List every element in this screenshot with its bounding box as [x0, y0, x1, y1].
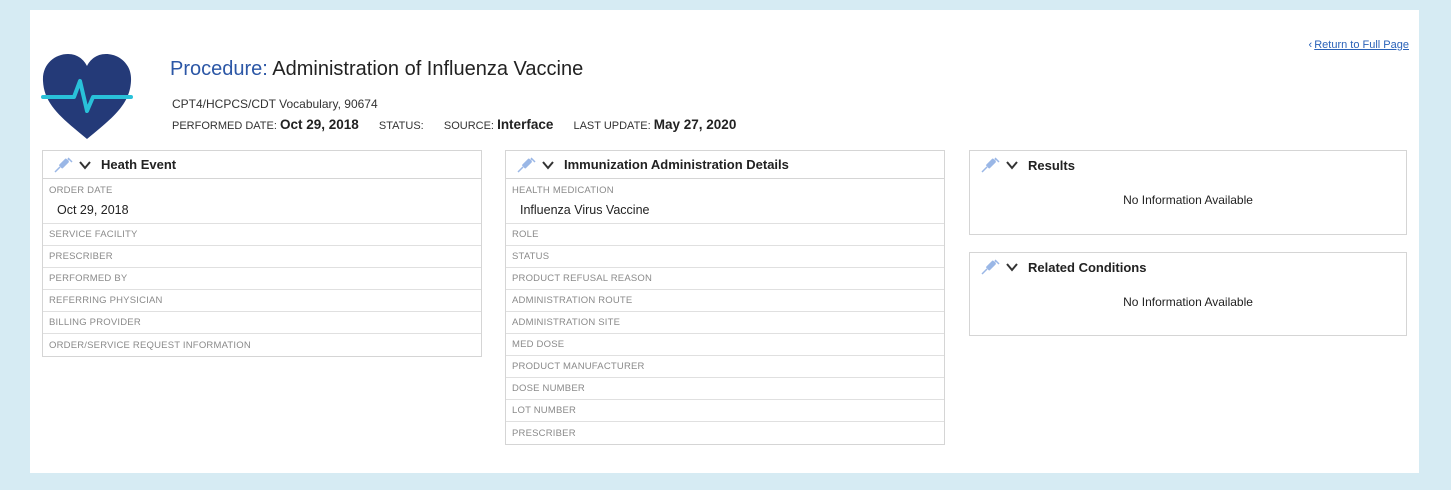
field-billing-provider: BILLING PROVIDER	[43, 312, 481, 334]
panel-title: Immunization Administration Details	[564, 157, 789, 172]
field-order-date: ORDER DATE Oct 29, 2018	[43, 179, 481, 224]
return-to-full-page-link[interactable]: ‹ Return to Full Page	[1309, 39, 1409, 51]
chevron-down-icon[interactable]	[79, 160, 91, 170]
field-health-medication: HEALTH MEDICATION Influenza Virus Vaccin…	[506, 179, 944, 224]
health-medication-value: Influenza Virus Vaccine	[520, 203, 650, 217]
related-conditions-header[interactable]: * Related Conditions	[970, 253, 1406, 281]
field-order-service-request: ORDER/SERVICE REQUEST INFORMATION	[49, 339, 251, 351]
health-event-panel: * Heath Event ORDER DATE Oct 29, 2018 SE…	[42, 150, 482, 357]
performed-date-value: Oct 29, 2018	[279, 117, 359, 132]
immunization-header[interactable]: * Immunization Administration Details	[506, 151, 944, 179]
results-panel: * Results No Information Available	[969, 150, 1407, 235]
field-prescriber: PRESCRIBER	[512, 427, 576, 439]
field-role: ROLE	[506, 224, 944, 246]
field-med-dose: MED DOSE	[506, 334, 944, 356]
vocabulary-code: CPT4/HCPCS/CDT Vocabulary, 90674	[172, 97, 378, 111]
syringe-icon: *	[54, 156, 73, 173]
chevron-down-icon[interactable]	[1006, 160, 1018, 170]
field-lot-number: LOT NUMBER	[506, 400, 944, 422]
field-product-refusal-reason: PRODUCT REFUSAL REASON	[506, 268, 944, 290]
field-product-manufacturer: PRODUCT MANUFACTURER	[506, 356, 944, 378]
field-prescriber: PRESCRIBER	[43, 246, 481, 268]
syringe-icon: *	[981, 157, 1000, 173]
immunization-panel: * Immunization Administration Details HE…	[505, 150, 945, 445]
results-header[interactable]: * Results	[970, 151, 1406, 179]
panel-title: Results	[1028, 157, 1075, 173]
empty-state-text: No Information Available	[1123, 193, 1253, 207]
field-administration-site: ADMINISTRATION SITE	[506, 312, 944, 334]
procedure-card: ‹ Return to Full Page Procedure: Administ…	[30, 10, 1419, 473]
field-referring-physician: REFERRING PHYSICIAN	[43, 290, 481, 312]
source-value: Interface	[497, 117, 554, 132]
field-administration-route: ADMINISTRATION ROUTE	[506, 290, 944, 312]
syringe-icon: *	[517, 156, 536, 173]
panel-title: Related Conditions	[1028, 259, 1147, 275]
related-conditions-panel: * Related Conditions No Information Avai…	[969, 252, 1407, 336]
chevron-down-icon[interactable]	[542, 160, 554, 170]
empty-state-text: No Information Available	[1123, 295, 1253, 309]
chevron-down-icon[interactable]	[1006, 262, 1018, 272]
panel-title: Heath Event	[101, 157, 177, 172]
page-title: Procedure: Administration of Influenza V…	[170, 58, 584, 80]
field-status: STATUS	[506, 246, 944, 268]
field-dose-number: DOSE NUMBER	[506, 378, 944, 400]
order-date-value: Oct 29, 2018	[57, 203, 129, 217]
heart-pulse-icon	[41, 54, 133, 139]
health-event-header[interactable]: * Heath Event	[43, 151, 481, 179]
chevron-left-icon: ‹	[1308, 39, 1313, 51]
last-update-value: May 27, 2020	[653, 117, 737, 132]
procedure-meta: PERFORMED DATE: Oct 29, 2018 STATUS: SOU…	[172, 117, 737, 132]
field-service-facility: SERVICE FACILITY	[43, 224, 481, 246]
field-performed-by: PERFORMED BY	[43, 268, 481, 290]
syringe-icon: *	[981, 259, 1000, 275]
